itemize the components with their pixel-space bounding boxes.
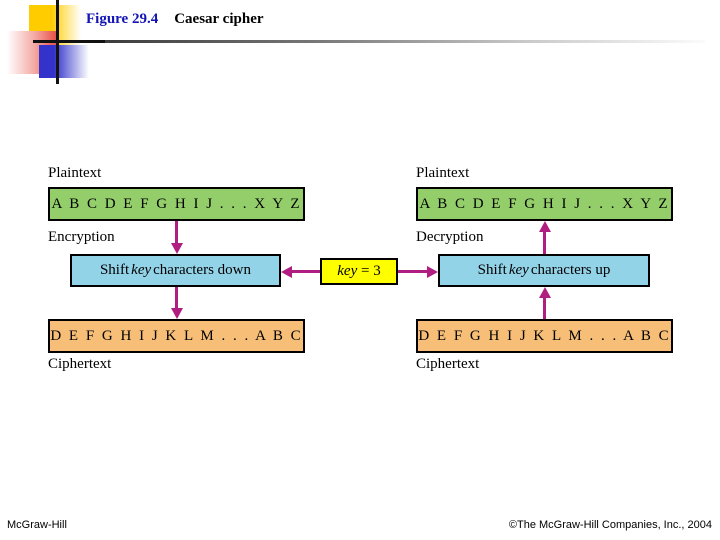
decryption-plaintext-alphabet: A B C D E F G H I J . . . X Y Z <box>419 195 670 212</box>
encryption-shift-box: Shift key characters down <box>70 254 281 287</box>
encryption-plaintext-box: A B C D E F G H I J . . . X Y Z <box>48 187 305 221</box>
decryption-shift-prefix: Shift <box>477 262 507 278</box>
encryption-plaintext-alphabet: A B C D E F G H I J . . . X Y Z <box>51 195 302 212</box>
decryption-ciphertext-label: Ciphertext <box>416 356 480 372</box>
decryption-ciphertext-alphabet: D E F G H I J K L M . . . A B C <box>418 327 671 344</box>
arrow-encryption-plaintext-to-shift <box>170 221 183 254</box>
arrow-decryption-ciphertext-to-shift <box>538 287 551 320</box>
decryption-shift-box: Shift key characters up <box>438 254 650 287</box>
key-value: 3 <box>373 263 381 279</box>
decryption-shift-suffix: characters up <box>530 262 611 278</box>
decryption-plaintext-label: Plaintext <box>416 165 470 181</box>
decryption-process-label: Decryption <box>416 229 484 245</box>
arrow-encryption-shift-to-ciphertext <box>170 287 183 320</box>
encryption-plaintext-label: Plaintext <box>48 165 102 181</box>
encryption-ciphertext-label: Ciphertext <box>48 356 112 372</box>
encryption-ciphertext-box: D E F G H I J K L M . . . A B C <box>48 319 305 353</box>
key-equals: = <box>361 263 370 279</box>
encryption-shift-keyword: key <box>131 262 152 278</box>
decryption-ciphertext-box: D E F G H I J K L M . . . A B C <box>416 319 673 353</box>
encryption-shift-prefix: Shift <box>99 262 130 278</box>
caesar-cipher-diagram: Plaintext A B C D E F G H I J . . . X Y … <box>0 0 720 540</box>
footer-publisher: McGraw-Hill <box>7 519 67 531</box>
arrow-key-to-encryption <box>281 265 320 278</box>
encryption-ciphertext-alphabet: D E F G H I J K L M . . . A B C <box>50 327 303 344</box>
decryption-plaintext-box: A B C D E F G H I J . . . X Y Z <box>416 187 673 221</box>
footer-copyright: ©The McGraw-Hill Companies, Inc., 2004 <box>508 519 712 531</box>
encryption-shift-suffix: characters down <box>153 262 252 278</box>
key-box: key = 3 <box>320 258 398 285</box>
key-label: key <box>337 263 358 279</box>
arrow-key-to-decryption <box>398 265 438 278</box>
encryption-process-label: Encryption <box>48 229 115 245</box>
arrow-decryption-shift-to-plaintext <box>538 221 551 254</box>
decryption-shift-keyword: key <box>508 262 529 278</box>
